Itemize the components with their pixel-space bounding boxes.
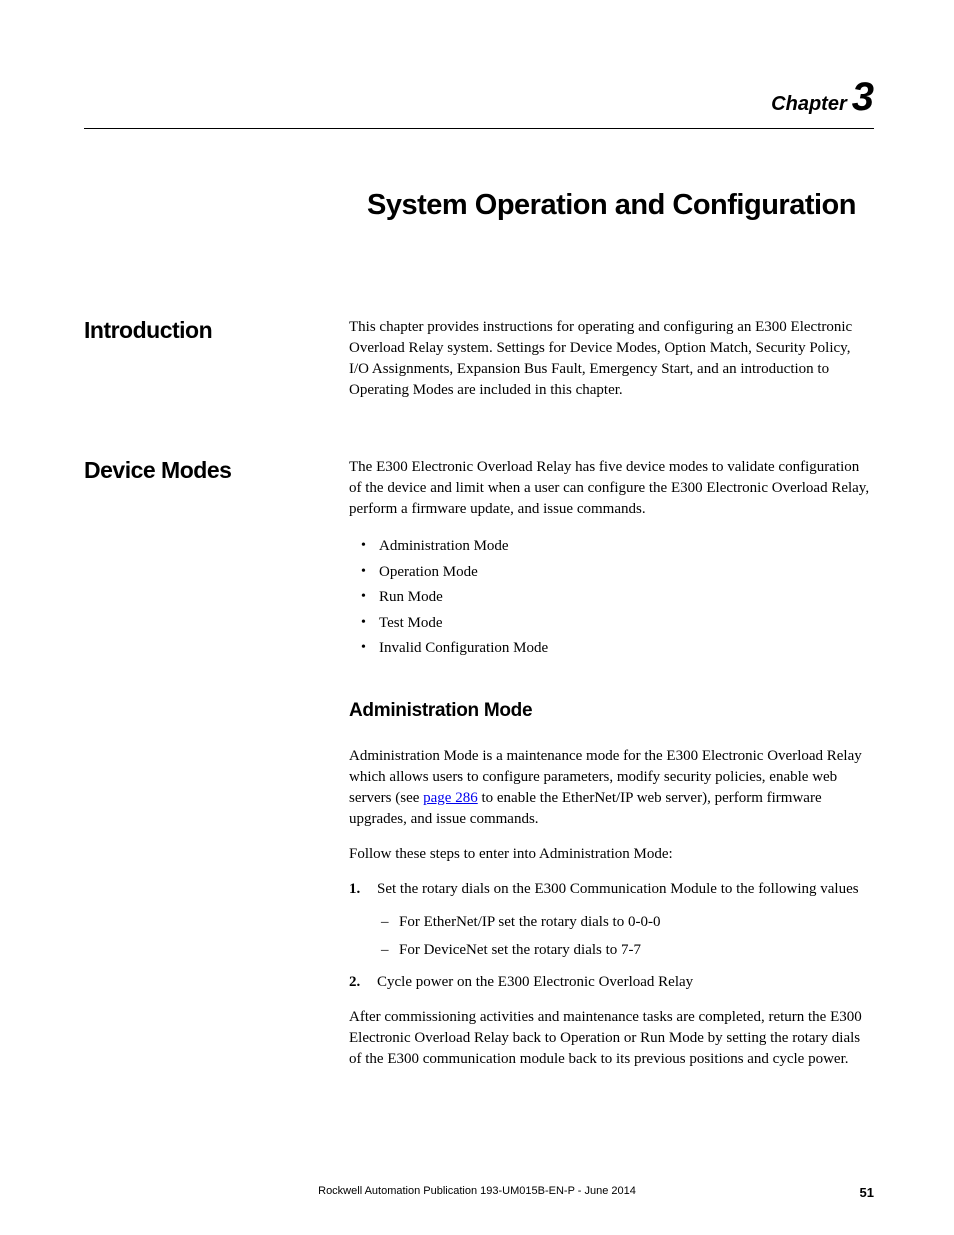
- page-title: System Operation and Configuration: [349, 189, 874, 222]
- section-heading-introduction: Introduction: [84, 317, 349, 415]
- list-item: Test Mode: [379, 611, 874, 637]
- device-modes-list: Administration Mode Operation Mode Run M…: [349, 534, 874, 662]
- step-text: Cycle power on the E300 Electronic Overl…: [377, 974, 693, 990]
- substep-item: For DeviceNet set the rotary dials to 7-…: [399, 938, 874, 962]
- chapter-number: 3: [852, 75, 874, 119]
- admin-mode-paragraph-2: Follow these steps to enter into Adminis…: [349, 844, 874, 865]
- subheading-administration-mode: Administration Mode: [349, 698, 874, 725]
- header-divider: [84, 128, 874, 129]
- page-number: 51: [860, 1185, 874, 1200]
- introduction-paragraph: This chapter provides instructions for o…: [349, 317, 874, 401]
- device-modes-intro: The E300 Electronic Overload Relay has f…: [349, 457, 874, 520]
- section-body-introduction: This chapter provides instructions for o…: [349, 317, 874, 415]
- section-device-modes: Device Modes The E300 Electronic Overloa…: [84, 457, 874, 1084]
- list-item: Run Mode: [379, 585, 874, 611]
- admin-mode-paragraph-3: After commissioning activities and maint…: [349, 1007, 874, 1070]
- step-number: 1.: [349, 879, 360, 900]
- footer-text: Rockwell Automation Publication 193-UM01…: [318, 1185, 636, 1197]
- substep-item: For EtherNet/IP set the rotary dials to …: [399, 910, 874, 934]
- chapter-label: Chapter: [771, 93, 847, 115]
- section-body-device-modes: The E300 Electronic Overload Relay has f…: [349, 457, 874, 1084]
- step-item: 2. Cycle power on the E300 Electronic Ov…: [377, 972, 874, 993]
- step-sublist: For EtherNet/IP set the rotary dials to …: [377, 910, 874, 962]
- list-item: Administration Mode: [379, 534, 874, 560]
- page-link[interactable]: page 286: [423, 790, 478, 806]
- step-number: 2.: [349, 972, 360, 993]
- steps-list: 1. Set the rotary dials on the E300 Comm…: [349, 879, 874, 993]
- list-item: Invalid Configuration Mode: [379, 636, 874, 662]
- list-item: Operation Mode: [379, 560, 874, 586]
- section-introduction: Introduction This chapter provides instr…: [84, 317, 874, 415]
- step-text: Set the rotary dials on the E300 Communi…: [377, 881, 859, 897]
- chapter-header: Chapter3: [84, 75, 874, 120]
- section-heading-device-modes: Device Modes: [84, 457, 349, 1084]
- page-footer: Rockwell Automation Publication 193-UM01…: [0, 1185, 954, 1197]
- admin-mode-paragraph-1: Administration Mode is a maintenance mod…: [349, 746, 874, 830]
- step-item: 1. Set the rotary dials on the E300 Comm…: [377, 879, 874, 962]
